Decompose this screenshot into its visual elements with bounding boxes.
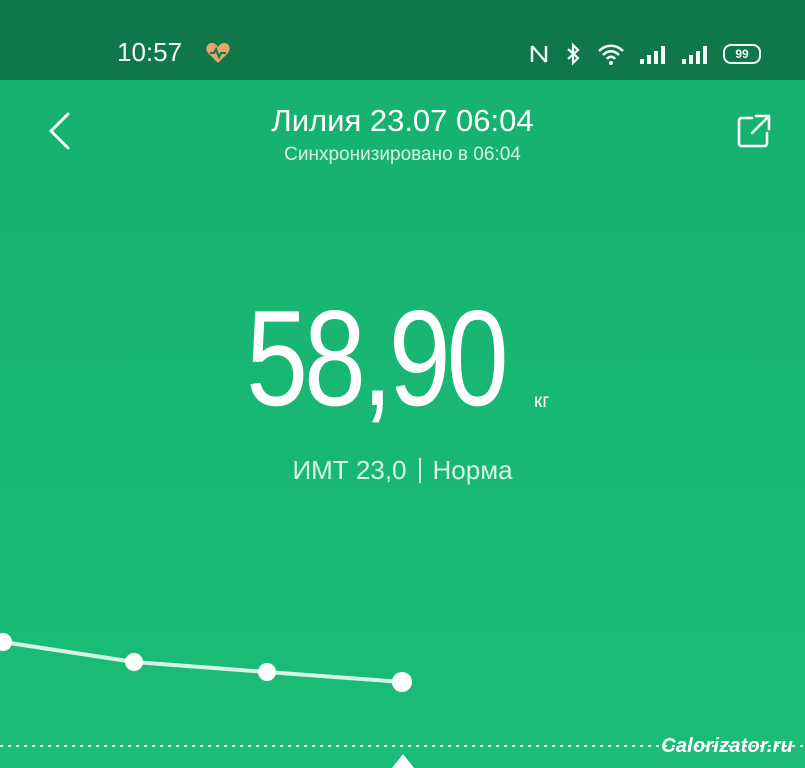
selected-point-indicator xyxy=(392,754,414,768)
status-time: 10:57 xyxy=(117,37,183,67)
weight-unit: кг xyxy=(534,391,550,412)
signal-icon-1 xyxy=(640,46,665,64)
bluetooth-icon xyxy=(567,42,580,66)
weight-point-1[interactable] xyxy=(0,633,12,651)
heart-rate-icon xyxy=(206,42,230,63)
status-bar: 10:57 99 xyxy=(0,0,805,80)
weight-value: 58,90 xyxy=(246,282,509,434)
weight-trend-line xyxy=(2,640,403,684)
weight-point-4[interactable] xyxy=(392,672,412,692)
nfc-icon xyxy=(530,45,548,63)
bmi-row: ИМТ 23,0 Норма xyxy=(0,455,805,485)
share-button[interactable] xyxy=(735,112,773,150)
weight-point-3[interactable] xyxy=(258,663,276,681)
measurement-title: Лилия 23.07 06:04 xyxy=(271,103,534,138)
bmi-value: ИМТ 23,0 xyxy=(292,455,407,485)
signal-icon-2 xyxy=(682,46,707,64)
battery-indicator: 99 xyxy=(723,44,761,64)
status-icons: 99 xyxy=(529,40,761,68)
wifi-icon xyxy=(598,44,624,65)
weight-point-2[interactable] xyxy=(125,653,143,671)
sync-status: Синхронизировано в 06:04 xyxy=(284,144,521,165)
bmi-separator xyxy=(418,458,421,483)
watermark-text: Calorizator.ru xyxy=(661,735,793,757)
bmi-status: Норма xyxy=(432,455,513,485)
